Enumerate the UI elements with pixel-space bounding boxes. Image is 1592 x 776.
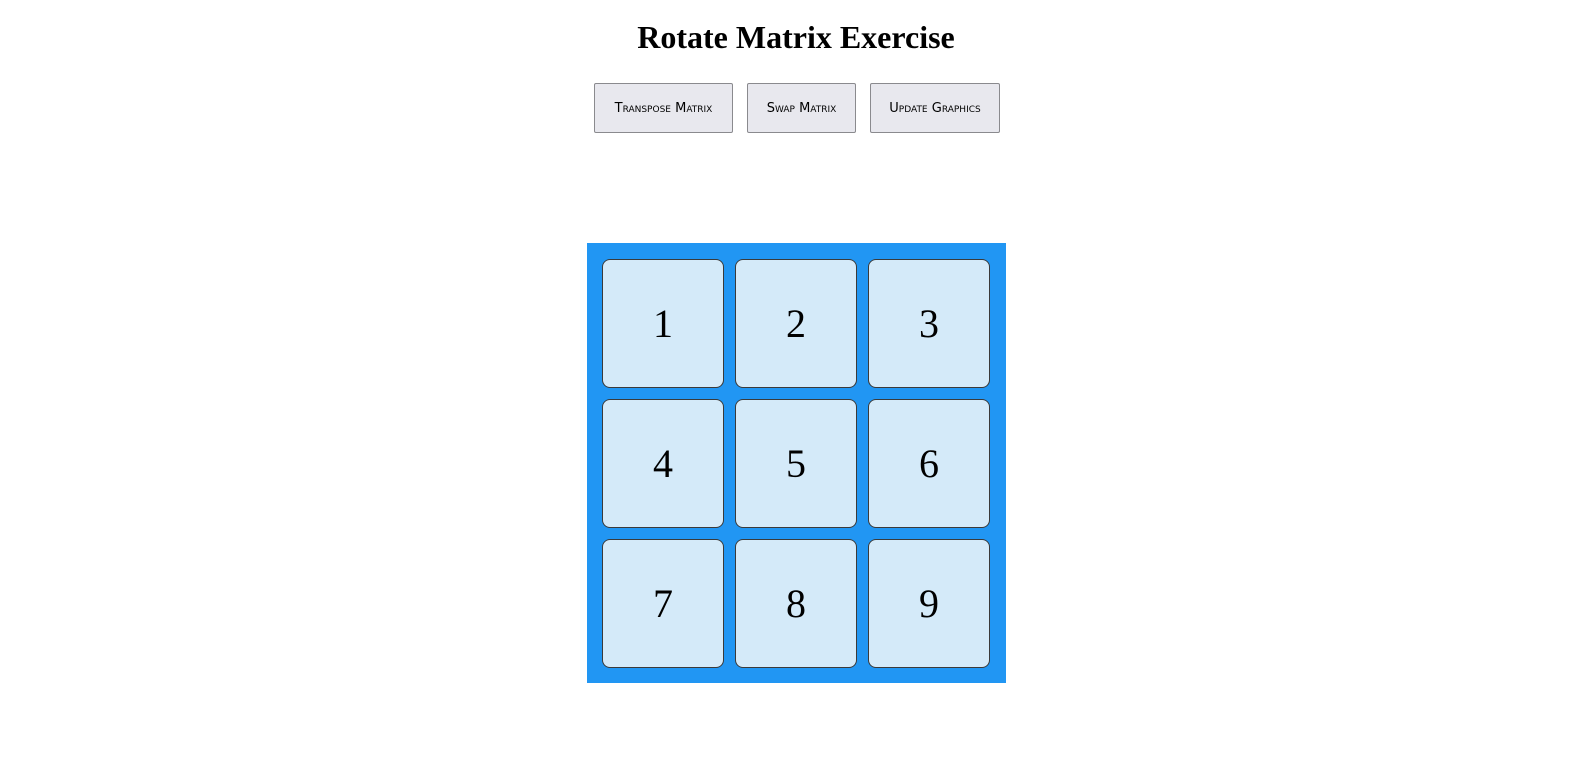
toolbar: Transpose Matrix Swap Matrix Update Grap…: [0, 83, 1592, 133]
matrix-cell: 8: [735, 539, 857, 668]
matrix-cell: 6: [868, 399, 990, 528]
matrix-cell: 9: [868, 539, 990, 668]
transpose-matrix-button[interactable]: Transpose Matrix: [594, 83, 733, 133]
matrix-cell: 5: [735, 399, 857, 528]
matrix-board: 1 2 3 4 5 6 7 8 9: [587, 243, 1006, 683]
matrix-cell: 7: [602, 539, 724, 668]
matrix-cell: 4: [602, 399, 724, 528]
update-graphics-button[interactable]: Update Graphics: [870, 83, 1000, 133]
matrix-cell: 1: [602, 259, 724, 388]
matrix-cell: 3: [868, 259, 990, 388]
matrix-cell: 2: [735, 259, 857, 388]
swap-matrix-button[interactable]: Swap Matrix: [747, 83, 856, 133]
page-title: Rotate Matrix Exercise: [637, 19, 955, 55]
